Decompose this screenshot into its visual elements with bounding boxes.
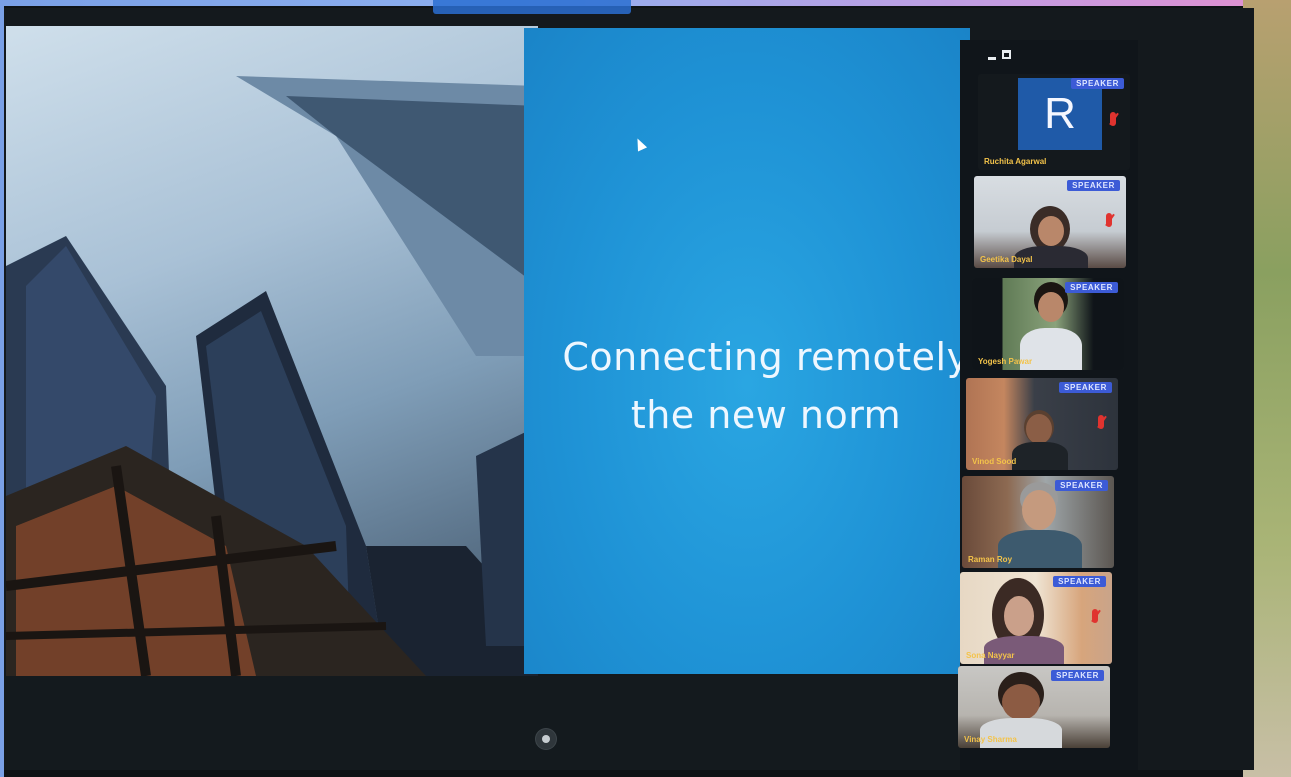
- speaker-badge: SPEAKER: [1067, 180, 1120, 191]
- participant-tile[interactable]: SPEAKER Geetika Dayal: [974, 176, 1126, 268]
- muted-mic-icon: [1110, 112, 1116, 127]
- muted-mic-icon: [1092, 608, 1098, 623]
- speaker-badge: SPEAKER: [1053, 576, 1106, 587]
- participant-name: Vinay Sharma: [964, 735, 1017, 744]
- muted-mic-icon: [1098, 414, 1104, 429]
- participant-tile[interactable]: SPEAKER Raman Roy: [962, 476, 1114, 568]
- participant-name: Geetika Dayal: [980, 255, 1033, 264]
- minimize-icon[interactable]: [988, 57, 996, 60]
- participant-name: Vinod Sood: [972, 457, 1017, 466]
- slide-title: Connecting remotely the new norm: [562, 335, 970, 437]
- speaker-badge: SPEAKER: [1065, 282, 1118, 293]
- skyscraper-illustration: [6, 76, 538, 676]
- participant-tile[interactable]: R SPEAKER Ruchita Agarwal: [978, 74, 1130, 170]
- toolbar-more-button[interactable]: [536, 729, 556, 749]
- bottom-toolbar: [4, 676, 970, 770]
- participant-tile[interactable]: SPEAKER Vinay Sharma: [958, 666, 1110, 748]
- slide-skyscraper-image: [6, 26, 538, 676]
- panel-window-controls: [988, 50, 1011, 60]
- participant-name: Sona Nayyar: [966, 651, 1015, 660]
- participant-name: Raman Roy: [968, 555, 1013, 564]
- speaker-badge: SPEAKER: [1071, 78, 1124, 89]
- participant-name: Yogesh Pawar: [978, 357, 1033, 366]
- participant-name: Ruchita Agarwal: [984, 157, 1047, 166]
- muted-mic-icon: [1106, 212, 1112, 227]
- participant-tile[interactable]: SPEAKER Yogesh Pawar: [972, 278, 1124, 370]
- maximize-icon[interactable]: [1002, 50, 1011, 59]
- speaker-badge: SPEAKER: [1055, 480, 1108, 491]
- participant-tile[interactable]: SPEAKER Vinod Sood: [966, 378, 1118, 470]
- participant-tile[interactable]: SPEAKER Sona Nayyar: [960, 572, 1112, 664]
- top-meeting-banner[interactable]: [433, 0, 631, 14]
- speaker-badge: SPEAKER: [1059, 382, 1112, 393]
- speaker-badge: SPEAKER: [1051, 670, 1104, 681]
